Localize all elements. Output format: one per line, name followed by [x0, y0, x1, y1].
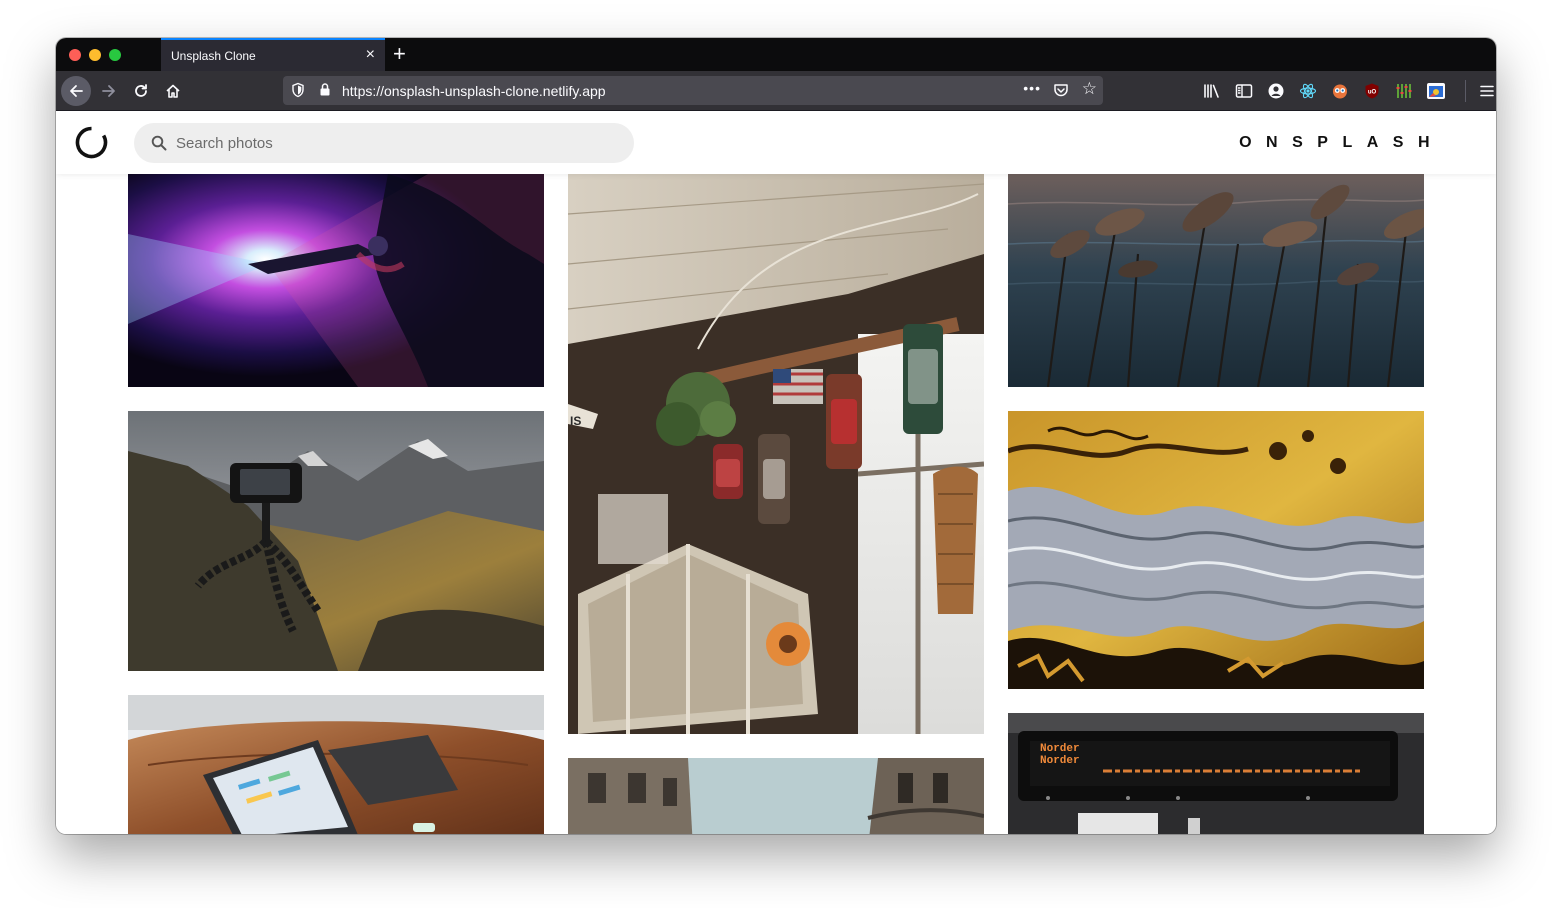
back-button[interactable]	[61, 76, 91, 106]
home-button[interactable]	[158, 76, 188, 106]
reload-button[interactable]	[126, 76, 156, 106]
svg-text:uO: uO	[1368, 90, 1377, 96]
tab-close-icon[interactable]: ×	[366, 46, 375, 64]
photo-card-hanging-lanterns[interactable]: IS	[568, 174, 984, 734]
page-actions-menu-icon[interactable]: •••	[1023, 80, 1041, 96]
equalizer-extension-icon[interactable]	[1393, 80, 1415, 102]
hamburger-menu-icon[interactable]	[1465, 80, 1496, 102]
reload-icon	[135, 84, 147, 97]
lock-icon[interactable]	[319, 82, 331, 102]
owl-extension-icon[interactable]	[1329, 80, 1351, 102]
site-header: ONSPLASH	[56, 112, 1496, 174]
close-window-button[interactable]	[69, 49, 81, 61]
led-board-line-2: Norder	[1040, 755, 1080, 767]
forward-button[interactable]	[94, 76, 124, 106]
navigation-toolbar: https://onsplash-unsplash-clone.netlify.…	[56, 71, 1496, 111]
photo-card-fluid-art[interactable]	[1008, 411, 1424, 689]
browser-tab-active[interactable]: Unsplash Clone ×	[161, 38, 385, 71]
search-input[interactable]	[176, 123, 616, 163]
home-icon	[166, 84, 180, 98]
led-board-line-1: Norder	[1040, 743, 1080, 755]
shop-sign-text: IS	[570, 414, 581, 428]
search-icon	[151, 135, 167, 156]
photo-card-city-street[interactable]	[568, 758, 984, 834]
arrow-left-icon	[70, 85, 83, 97]
photo-card-led-board[interactable]: Norder Norder	[1008, 713, 1424, 834]
browser-window: Unsplash Clone × + https://onsplash-unsp…	[56, 38, 1496, 834]
ublock-origin-icon[interactable]: uO	[1361, 80, 1383, 102]
tab-strip: Unsplash Clone × +	[56, 38, 1496, 71]
photo-card-laptop-sofa[interactable]	[128, 695, 544, 834]
search-box	[134, 123, 634, 163]
minimize-window-button[interactable]	[89, 49, 101, 61]
pocket-icon[interactable]	[1053, 82, 1069, 103]
photo-card-projector-light[interactable]	[128, 174, 544, 387]
arrow-right-icon	[102, 85, 115, 97]
url-text[interactable]: https://onsplash-unsplash-clone.netlify.…	[342, 83, 606, 99]
zoom-window-button[interactable]	[109, 49, 121, 61]
window-resizer-extension-icon[interactable]	[1425, 80, 1447, 102]
brand-wordmark[interactable]: ONSPLASH	[1239, 134, 1444, 152]
account-icon[interactable]	[1265, 80, 1287, 102]
bookmark-star-icon[interactable]: ☆	[1082, 79, 1097, 99]
page-viewport: ONSPLASH	[56, 112, 1496, 834]
react-devtools-icon[interactable]	[1297, 80, 1319, 102]
photo-card-reeds-water[interactable]	[1008, 174, 1424, 387]
tracking-protection-shield-icon[interactable]	[291, 82, 305, 103]
new-tab-button[interactable]: +	[393, 41, 406, 67]
sidebar-icon[interactable]	[1233, 80, 1255, 102]
photo-card-mountain-tripod[interactable]	[128, 411, 544, 671]
library-icon[interactable]	[1201, 80, 1223, 102]
onsplash-logo[interactable]	[74, 125, 109, 160]
tab-title: Unsplash Clone	[171, 49, 256, 63]
address-bar[interactable]: https://onsplash-unsplash-clone.netlify.…	[283, 76, 1103, 105]
